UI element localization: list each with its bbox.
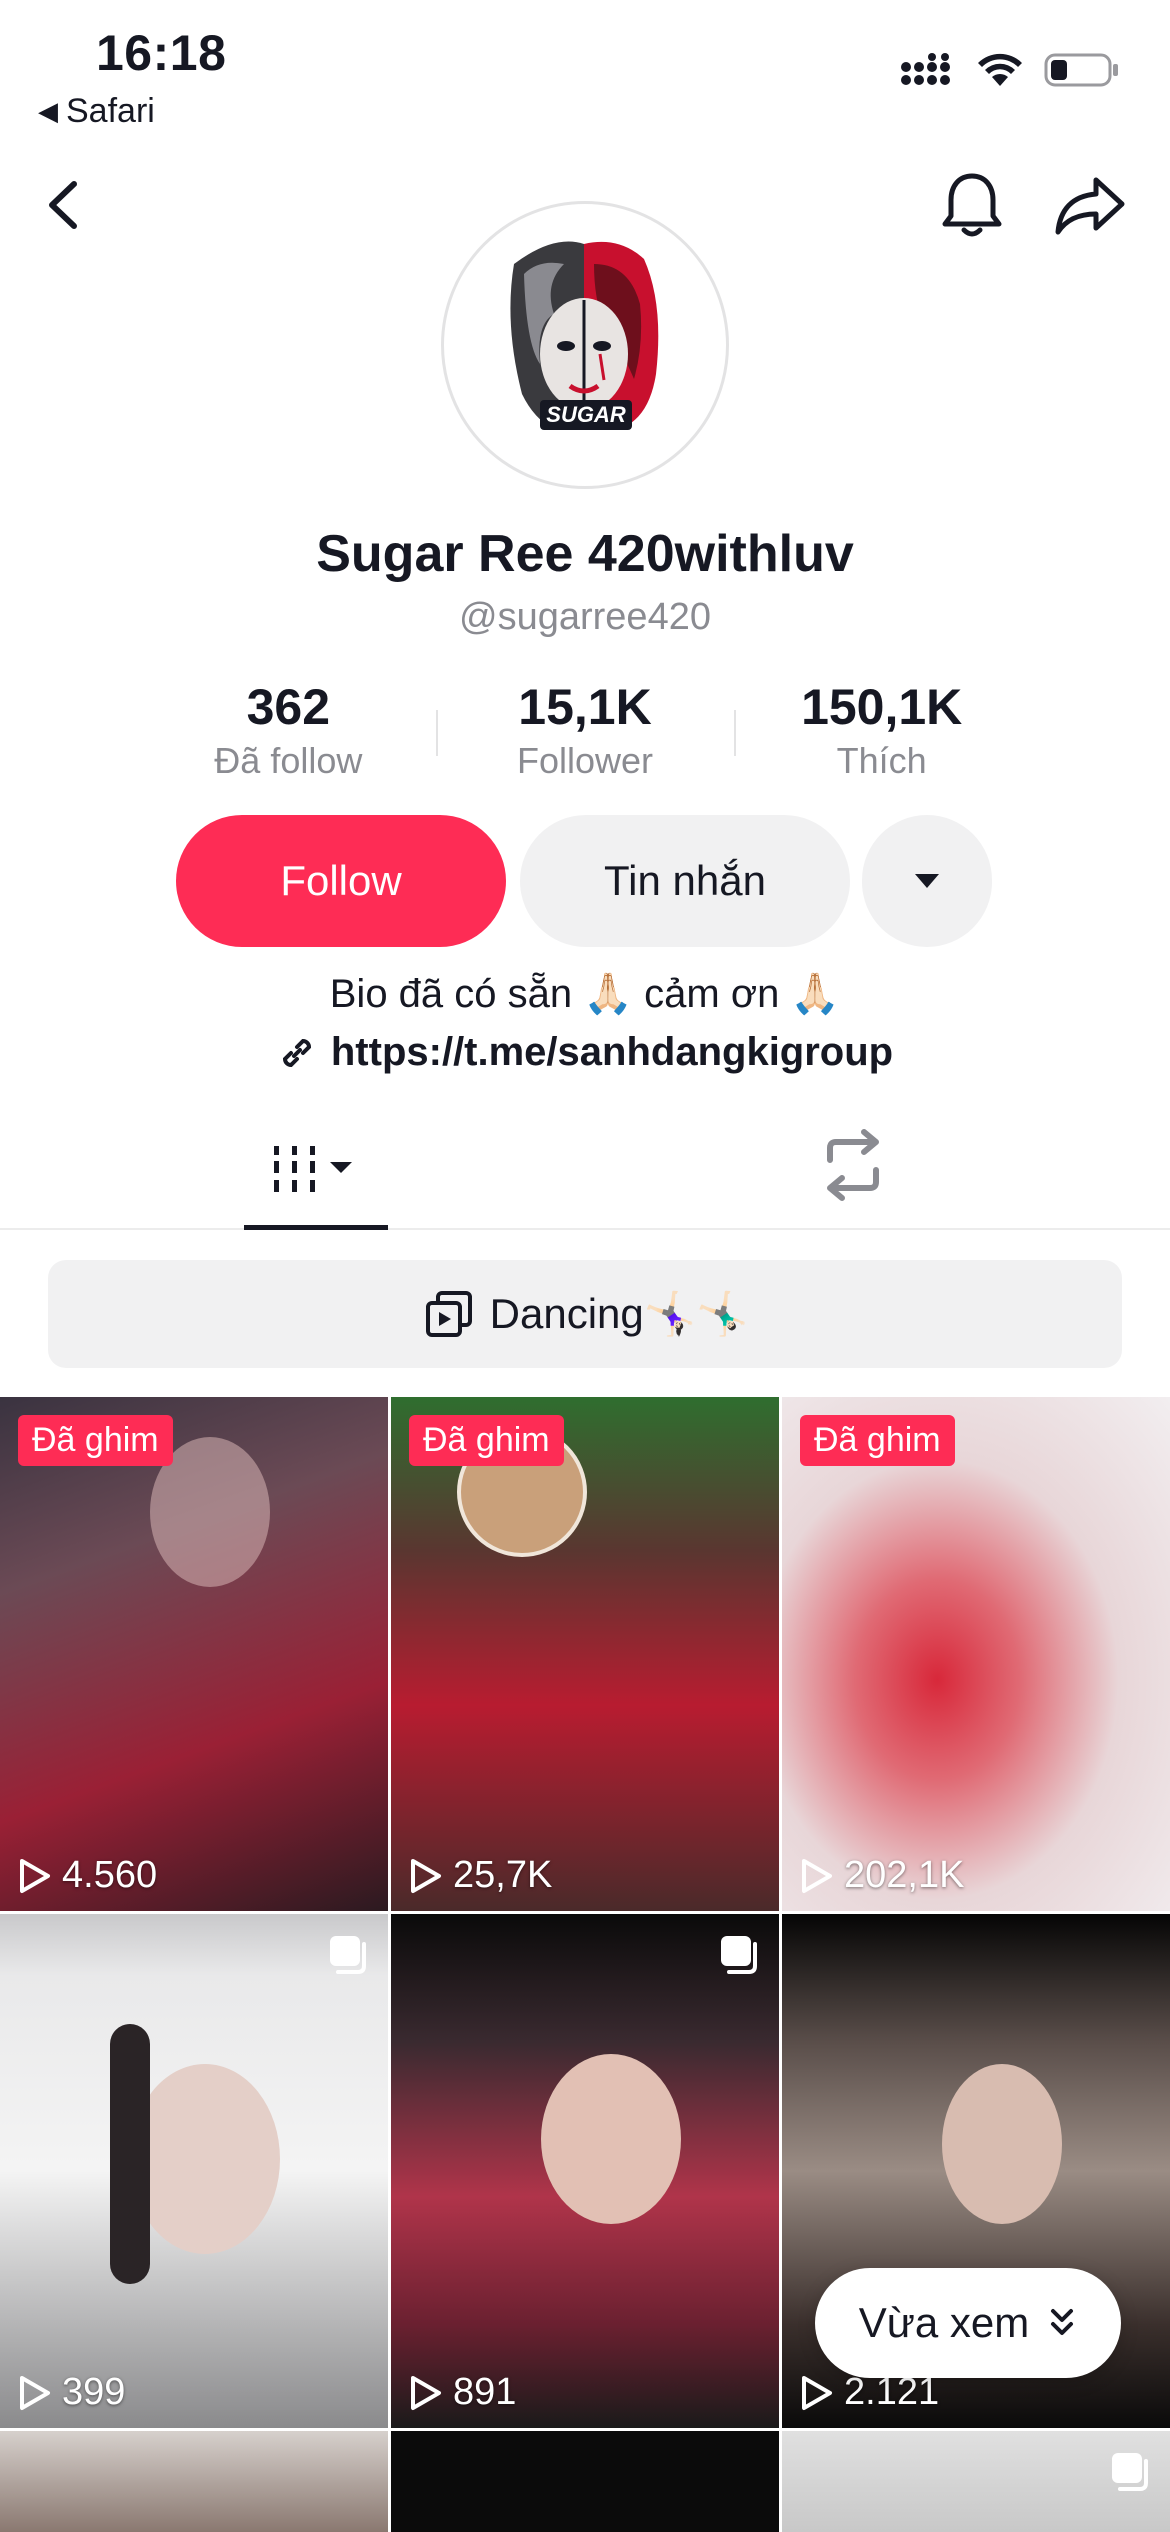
- back-triangle-icon: ◀: [38, 96, 58, 126]
- view-count-value: 399: [62, 2371, 126, 2413]
- display-name: Sugar Ree 420withluv: [316, 525, 854, 583]
- view-count: 4.560: [16, 1854, 157, 1897]
- profile-avatar[interactable]: SUGAR: [441, 201, 729, 489]
- thumbnail-image: [110, 2024, 150, 2284]
- back-app-label: Safari: [66, 92, 155, 130]
- thumbnail-image: [541, 2054, 681, 2224]
- play-icon: [411, 2375, 441, 2410]
- playlist-chip[interactable]: Dancing🤸🏻‍♀️🤸🏻‍♂️: [48, 1260, 1122, 1368]
- profile-tabs: [0, 1110, 1170, 1230]
- avatar-logo-image: SUGAR: [510, 241, 659, 430]
- share-button[interactable]: [1052, 170, 1128, 242]
- share-arrow-icon: [1055, 177, 1125, 235]
- multi-photo-icon: [1112, 2453, 1148, 2491]
- video-thumbnail[interactable]: [0, 2431, 388, 2532]
- pinned-badge: Đã ghim: [18, 1415, 173, 1466]
- stat-likes: 150,1K Thích: [733, 678, 1030, 788]
- stat-followers-value: 15,1K: [518, 679, 652, 735]
- back-button[interactable]: [30, 170, 100, 240]
- thumbnail-image: [130, 2064, 280, 2254]
- view-count: 891: [407, 2371, 516, 2414]
- status-bar: 16:18 ◀ Safari: [0, 0, 1170, 140]
- status-time: 16:18: [96, 25, 227, 81]
- username: @sugarree420: [459, 596, 711, 638]
- video-grid-icon: [274, 1146, 352, 1192]
- video-thumbnail[interactable]: 399: [0, 1914, 388, 2428]
- wifi-icon: [978, 53, 1022, 86]
- battery-icon: [1044, 53, 1118, 87]
- view-count: 202,1K: [798, 1854, 964, 1897]
- link-icon: [282, 1038, 311, 1067]
- active-tab-indicator: [244, 1225, 388, 1230]
- stat-likes-label: Thích: [836, 740, 927, 781]
- multi-photo-icon: [330, 1936, 366, 1974]
- stat-following-value: 362: [246, 679, 331, 735]
- multi-photo-icon: [721, 1936, 757, 1974]
- chevron-left-icon: [49, 181, 77, 229]
- video-thumbnail[interactable]: Đã ghim 25,7K: [391, 1397, 779, 1911]
- bio-text: Bio đã có sẵn 🙏🏻 cảm ơn 🙏🏻: [329, 972, 841, 1016]
- view-count-value: 891: [453, 2371, 517, 2413]
- svg-text:SUGAR: SUGAR: [546, 402, 626, 427]
- play-icon: [802, 1858, 832, 1893]
- tab-reposts[interactable]: [808, 1120, 898, 1210]
- stat-following-label: Đã follow: [214, 740, 363, 781]
- back-to-safari-link[interactable]: ◀ Safari: [38, 92, 155, 131]
- video-thumbnail[interactable]: [782, 2431, 1170, 2532]
- view-count: 25,7K: [407, 1854, 552, 1897]
- cellular-signal-icon: [901, 53, 950, 85]
- caret-down-icon: [915, 874, 939, 888]
- stat-followers[interactable]: 15,1K Follower: [437, 678, 734, 788]
- play-icon: [411, 1858, 441, 1893]
- stat-likes-value: 150,1K: [801, 679, 963, 735]
- tab-videos[interactable]: [244, 1110, 388, 1230]
- playlist-label: Dancing🤸🏻‍♀️🤸🏻‍♂️: [489, 1289, 749, 1337]
- video-thumbnail[interactable]: Đã ghim 4.560: [0, 1397, 388, 1911]
- pinned-badge: Đã ghim: [800, 1415, 955, 1466]
- stat-followers-label: Follower: [516, 740, 654, 781]
- play-icon: [802, 2375, 832, 2410]
- profile-stats: 362 Đã follow 15,1K Follower 150,1K Thíc…: [140, 678, 1030, 788]
- suggested-accounts-button[interactable]: [862, 815, 992, 947]
- video-thumbnail[interactable]: Đã ghim 202,1K: [782, 1397, 1170, 1911]
- recently-viewed-label: Vừa xem: [858, 2299, 1030, 2346]
- stat-following[interactable]: 362 Đã follow: [140, 678, 437, 788]
- video-thumbnail[interactable]: 891: [391, 1914, 779, 2428]
- view-count: 399: [16, 2371, 125, 2414]
- message-button[interactable]: Tin nhắn: [520, 815, 850, 947]
- status-icons: [900, 52, 1120, 88]
- follow-button[interactable]: Follow: [176, 815, 506, 947]
- stat-divider: [734, 710, 736, 756]
- play-icon: [20, 1858, 50, 1893]
- thumbnail-image: [942, 2064, 1062, 2224]
- view-count-value: 4.560: [62, 1854, 158, 1896]
- bell-icon: [942, 173, 1002, 237]
- pinned-badge: Đã ghim: [409, 1415, 564, 1466]
- repost-icon: [827, 1129, 879, 1201]
- stat-divider: [436, 710, 438, 756]
- play-icon: [20, 2375, 50, 2410]
- view-count-value: 202,1K: [844, 1854, 965, 1896]
- double-chevron-down-icon: [1051, 2309, 1074, 2335]
- view-count-value: 25,7K: [453, 1854, 553, 1896]
- bio-link[interactable]: https://t.me/sanhdangkigroup: [0, 1030, 1170, 1075]
- playlist-icon: [425, 1291, 472, 1337]
- notifications-button[interactable]: [935, 168, 1009, 244]
- video-thumbnail[interactable]: [391, 2431, 779, 2532]
- bio-link-text: https://t.me/sanhdangkigroup: [330, 1030, 894, 1074]
- recently-viewed-button[interactable]: Vừa xem: [815, 2268, 1121, 2378]
